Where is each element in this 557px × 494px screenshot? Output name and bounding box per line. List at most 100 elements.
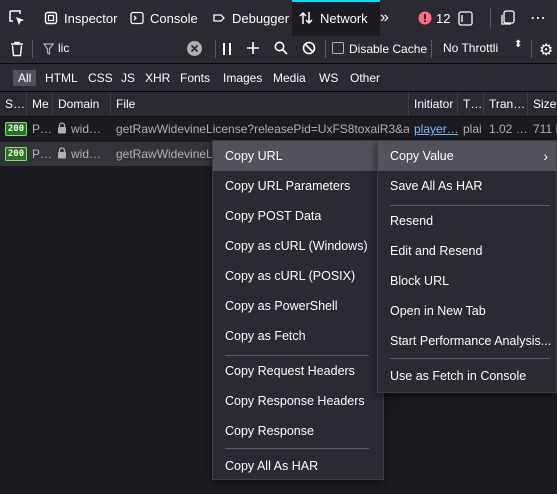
filter-urls-input[interactable]: lic: [40, 39, 208, 59]
menu-copy-powershell[interactable]: Copy as PowerShell: [213, 291, 383, 321]
filter-images[interactable]: Images: [218, 70, 267, 86]
request-table-header: S… Me Domain File Initiator T… Tran… Siz…: [0, 92, 557, 117]
split-console-icon: [458, 10, 473, 26]
menu-save-all-har[interactable]: Save All As HAR: [378, 171, 556, 201]
tab-debugger[interactable]: Debugger: [210, 0, 291, 36]
menu-resend[interactable]: Resend: [378, 206, 556, 236]
pause-button[interactable]: [222, 43, 232, 58]
menu-label: Copy as cURL (POSIX): [225, 269, 356, 283]
menu-label: Copy URL Parameters: [225, 179, 351, 193]
menu-label: Copy Value: [390, 149, 454, 163]
block-requests-button[interactable]: [302, 41, 316, 58]
error-count-badge[interactable]: 12: [418, 0, 450, 36]
filter-html[interactable]: HTML: [40, 70, 83, 86]
split-console-button[interactable]: [458, 0, 473, 36]
close-icon: [190, 44, 199, 53]
column-type[interactable]: T…: [458, 92, 484, 116]
menu-open-new-tab[interactable]: Open in New Tab: [378, 296, 556, 326]
tab-inspector[interactable]: Inspector: [42, 0, 119, 36]
menu-copy-curl-windows[interactable]: Copy as cURL (Windows): [213, 231, 383, 261]
clear-filter-button[interactable]: [187, 41, 202, 56]
column-status[interactable]: S…: [0, 92, 27, 116]
file-cell: getRawWidevineLicense?releasePid=UxFS8to…: [116, 122, 409, 136]
element-picker-icon: [9, 10, 24, 25]
tab-label: Inspector: [64, 10, 118, 26]
menu-copy-all-har[interactable]: Copy All As HAR: [213, 451, 383, 481]
menu-copy-response[interactable]: Copy Response: [213, 416, 383, 446]
error-icon: [418, 11, 432, 25]
domain-cell: wid…: [53, 142, 111, 166]
filter-js[interactable]: JS: [116, 70, 140, 86]
column-transferred[interactable]: Tran…: [484, 92, 528, 116]
toggle-split-button[interactable]: [490, 8, 517, 28]
network-settings-button[interactable]: ⚙: [539, 40, 553, 60]
block-icon: [302, 41, 316, 55]
search-button[interactable]: [274, 41, 288, 58]
copy-value-submenu: Copy URL Copy URL Parameters Copy POST D…: [212, 140, 384, 480]
method-cell: P…: [32, 147, 53, 161]
table-row[interactable]: 200 P… wid… getRawWidevineLicense?releas…: [0, 117, 557, 141]
menu-copy-post-data[interactable]: Copy POST Data: [213, 201, 383, 231]
menu-copy-fetch[interactable]: Copy as Fetch: [213, 321, 383, 351]
column-size[interactable]: Size: [528, 92, 557, 116]
clear-button[interactable]: [10, 41, 24, 60]
menu-block-url[interactable]: Block URL: [378, 266, 556, 296]
tab-label: Debugger: [232, 10, 290, 26]
menu-label: Edit and Resend: [390, 244, 483, 258]
menu-copy-curl-posix[interactable]: Copy as cURL (POSIX): [213, 261, 383, 291]
initiator-link[interactable]: player…: [409, 117, 458, 141]
more-tabs-button[interactable]: »: [380, 0, 389, 36]
status-badge: 200: [5, 147, 27, 161]
throttling-value: No Throttli: [443, 41, 499, 55]
menu-label: Copy URL: [225, 149, 283, 163]
menu-copy-response-headers[interactable]: Copy Response Headers: [213, 386, 383, 416]
filter-media[interactable]: Media: [268, 70, 311, 86]
menu-label: Copy as PowerShell: [225, 299, 338, 313]
menu-label: Copy Request Headers: [225, 364, 355, 378]
tab-console[interactable]: Console: [128, 0, 200, 36]
filter-css[interactable]: CSS: [83, 70, 118, 86]
more-options-button[interactable]: ⋯: [530, 0, 547, 36]
console-icon: [130, 11, 144, 25]
column-initiator[interactable]: Initiator: [409, 92, 458, 116]
type-cell: plai: [463, 122, 482, 136]
debugger-icon: [213, 14, 225, 22]
column-file[interactable]: File: [111, 92, 409, 116]
filter-all[interactable]: All: [13, 70, 37, 86]
menu-copy-url[interactable]: Copy URL: [213, 141, 383, 171]
menu-use-as-fetch[interactable]: Use as Fetch in Console: [378, 361, 556, 391]
menu-label: Open in New Tab: [390, 304, 486, 318]
menu-label: Save All As HAR: [390, 179, 483, 193]
menu-copy-url-parameters[interactable]: Copy URL Parameters: [213, 171, 383, 201]
filter-value: lic: [58, 41, 70, 55]
tab-network[interactable]: Network: [292, 0, 380, 36]
element-picker-button[interactable]: [8, 0, 26, 36]
menu-copy-request-headers[interactable]: Copy Request Headers: [213, 356, 383, 386]
filter-xhr[interactable]: XHR: [140, 70, 175, 86]
throttling-select[interactable]: No Throttli ⬍: [440, 36, 528, 62]
domain-text: wid…: [71, 147, 102, 161]
domain-cell: wid…: [53, 117, 111, 141]
transferred-cell: 1.02 …: [489, 122, 528, 136]
lock-icon: [57, 143, 67, 166]
status-badge: 200: [5, 122, 27, 136]
funnel-icon: [43, 43, 54, 55]
add-request-button[interactable]: [246, 41, 260, 58]
disable-cache-label: Disable Cache: [349, 42, 428, 56]
double-chevron-icon: »: [380, 9, 389, 26]
menu-edit-and-resend[interactable]: Edit and Resend: [378, 236, 556, 266]
menu-start-performance-analysis[interactable]: Start Performance Analysis...: [378, 326, 556, 356]
column-domain[interactable]: Domain: [53, 92, 111, 116]
filter-ws[interactable]: WS: [314, 70, 343, 86]
filter-fonts[interactable]: Fonts: [175, 70, 215, 86]
pause-icon: [223, 43, 231, 55]
size-cell: 711 B: [533, 122, 557, 136]
menu-label: Copy Response Headers: [225, 394, 365, 408]
column-method[interactable]: Me: [27, 92, 53, 116]
menu-copy-value[interactable]: Copy Value ›: [378, 141, 556, 171]
menu-separator: [390, 358, 550, 359]
filter-other[interactable]: Other: [345, 70, 385, 86]
search-icon: [274, 41, 288, 55]
disable-cache-checkbox[interactable]: [332, 42, 344, 54]
network-toolbar: lic Disable Cache No Throttli ⬍ ⚙: [0, 36, 557, 64]
